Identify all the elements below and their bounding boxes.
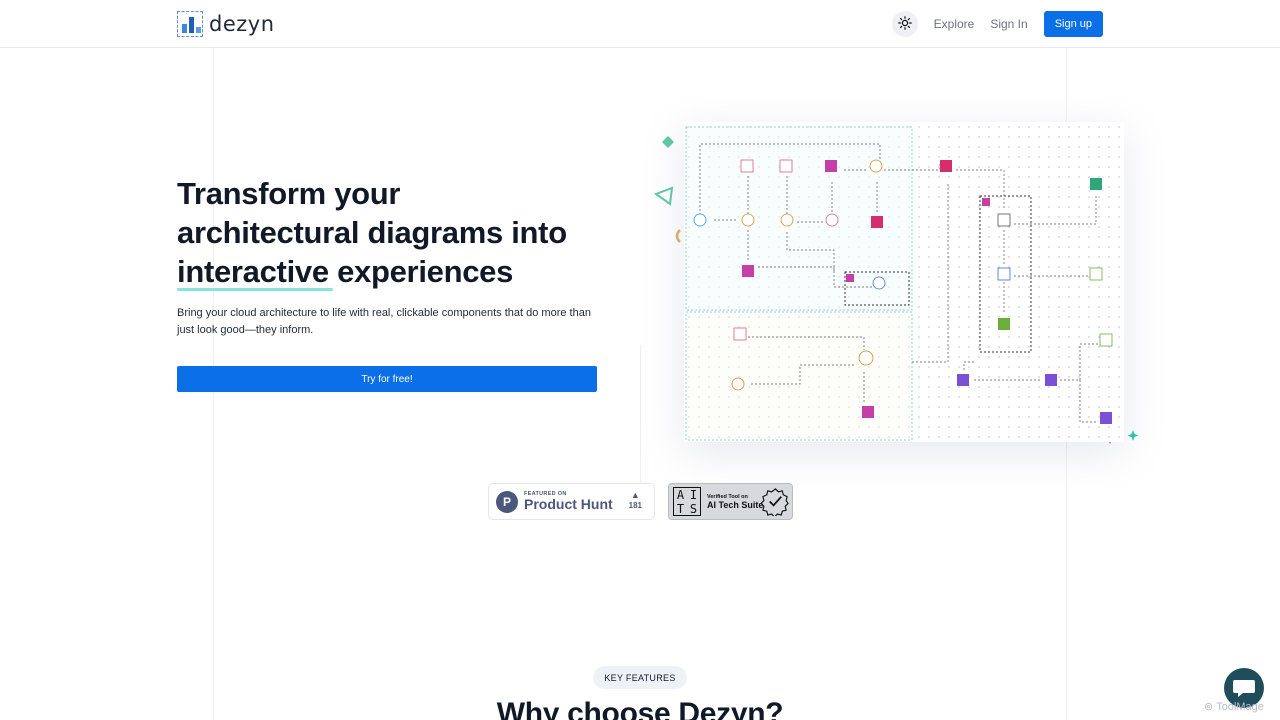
features-heading: Why choose Dezyn? xyxy=(496,697,784,720)
top-nav: Explore Sign In Sign up xyxy=(891,10,1103,38)
verified-check-icon xyxy=(761,488,789,516)
ai-tech-suite-badge[interactable]: A I T S Verified Tool on AI Tech Suite xyxy=(668,483,793,520)
product-hunt-name: Product Hunt xyxy=(524,496,613,512)
architecture-diagram-illustration xyxy=(640,100,1160,470)
hero-title-highlight: interactive xyxy=(177,254,333,291)
logo-text: dezyn xyxy=(209,12,275,36)
chat-bubble-icon xyxy=(1233,680,1255,697)
aits-logo: A I T S xyxy=(673,487,701,516)
watermark-text: ToolMage xyxy=(1216,700,1264,713)
watermark: ⊚ ToolMage xyxy=(1204,700,1264,714)
theme-toggle-button[interactable] xyxy=(891,11,918,37)
upvote-count: ▲ 181 xyxy=(629,490,642,510)
sun-icon xyxy=(897,15,912,33)
explore-link[interactable]: Explore xyxy=(934,17,975,31)
upvote-number: 181 xyxy=(628,501,642,510)
site-header: dezyn Explore Sign In Sign up xyxy=(0,0,1280,48)
ai-tech-suite-name: AI Tech Suite xyxy=(707,499,764,510)
key-features-pill: KEY FEATURES xyxy=(593,666,687,689)
hero-title-line-2: architectural diagrams into xyxy=(177,215,567,250)
sign-up-button[interactable]: Sign up xyxy=(1043,11,1103,37)
watermark-icon: ⊚ xyxy=(1204,701,1214,713)
product-hunt-icon: P xyxy=(496,490,518,513)
logo[interactable]: dezyn xyxy=(177,10,275,38)
hero-title: Transform your architectural diagrams in… xyxy=(177,174,607,291)
diagram-svg xyxy=(685,126,1113,441)
diagram-canvas xyxy=(684,122,1124,442)
logo-icon xyxy=(177,11,203,37)
hero-title-line-1: Transform your xyxy=(177,176,401,211)
upvote-triangle-icon: ▲ xyxy=(630,490,640,500)
try-for-free-button[interactable]: Try for free! xyxy=(177,366,597,392)
hero-title-line-3: experiences xyxy=(328,254,514,289)
product-hunt-badge[interactable]: P FEATURED ON Product Hunt ▲ 181 xyxy=(488,483,655,520)
hero-subtitle: Bring your cloud architecture to life wi… xyxy=(177,307,591,336)
sign-in-link[interactable]: Sign In xyxy=(990,17,1027,31)
